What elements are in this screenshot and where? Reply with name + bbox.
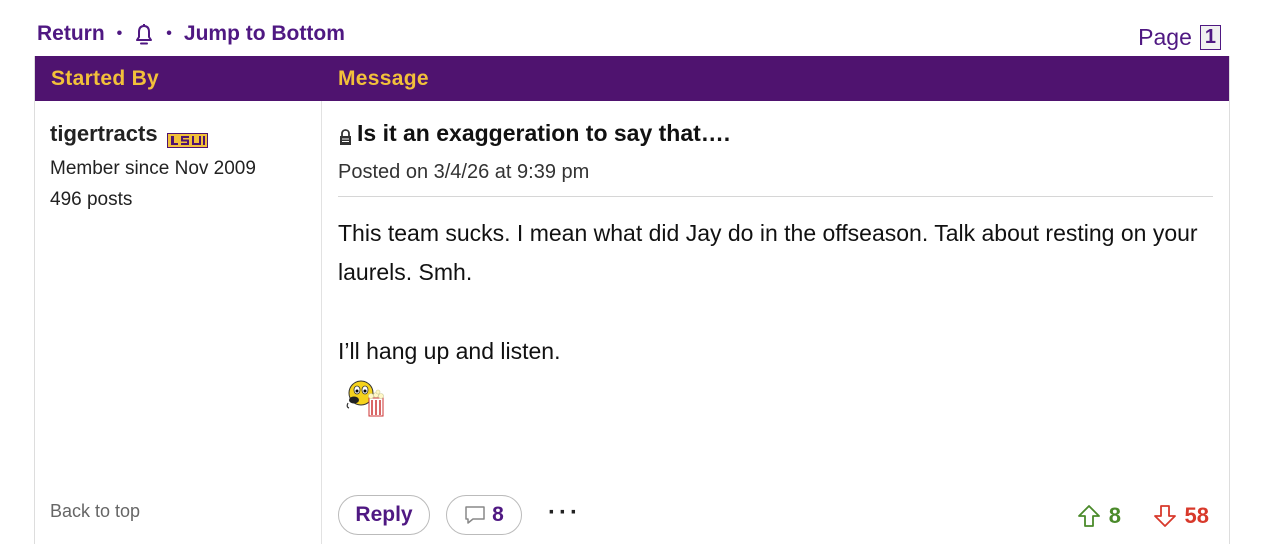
top-nav-links: Return • • Jump to Bottom	[37, 22, 1230, 46]
post-body-paragraph: This team sucks. I mean what did Jay do …	[338, 220, 1198, 285]
arrow-down-icon	[1153, 505, 1176, 527]
forum-thread-table: Started By Message tigertracts Member si…	[34, 56, 1230, 544]
return-link[interactable]: Return	[37, 22, 105, 46]
reply-button[interactable]: Reply	[338, 495, 430, 535]
nav-separator: •	[116, 25, 123, 42]
post-title-row: Is it an exaggeration to say that….	[338, 120, 730, 147]
post-body: This team sucks. I mean what did Jay do …	[338, 214, 1209, 371]
top-navigation-bar: Return • • Jump to Bottom Page 1	[37, 22, 1230, 52]
upvote-button[interactable]: 8	[1077, 503, 1121, 529]
pager: Page 1	[1138, 24, 1221, 51]
message-panel: Is it an exaggeration to say that…. Post…	[322, 101, 1229, 544]
author-username[interactable]: tigertracts	[50, 121, 158, 147]
lock-icon	[338, 125, 353, 145]
post-row: tigertracts Member since Nov 2009 496 po…	[35, 101, 1229, 544]
comments-button[interactable]: 8	[446, 495, 522, 535]
bell-icon[interactable]	[134, 23, 154, 47]
upvote-count: 8	[1108, 503, 1121, 528]
post-body-paragraph: I’ll hang up and listen.	[338, 338, 561, 364]
downvote-count: 58	[1184, 503, 1209, 528]
header-message: Message	[338, 66, 429, 90]
author-panel: tigertracts Member since Nov 2009 496 po…	[35, 101, 322, 544]
page-number-current[interactable]: 1	[1199, 25, 1221, 50]
author-post-count: 496 posts	[50, 189, 133, 210]
post-timestamp: Posted on 3/4/26 at 9:39 pm	[338, 161, 590, 183]
nav-separator: •	[166, 25, 172, 42]
author-member-since: Member since Nov 2009	[50, 158, 256, 179]
popcorn-emoticon	[341, 376, 391, 420]
comment-bubble-icon	[465, 506, 485, 524]
header-started-by: Started By	[51, 66, 160, 90]
lsu-badge-icon	[166, 128, 208, 148]
post-divider	[338, 196, 1213, 197]
arrow-up-icon	[1077, 505, 1100, 527]
comment-count: 8	[492, 503, 504, 526]
downvote-button[interactable]: 58	[1153, 503, 1209, 529]
back-to-top-link[interactable]: Back to top	[50, 501, 140, 522]
jump-to-bottom-link[interactable]: Jump to Bottom	[184, 22, 345, 46]
post-actions: Reply 8 ··· 8 58	[338, 495, 1209, 537]
table-header: Started By Message	[35, 56, 1229, 101]
more-options-button[interactable]: ···	[548, 499, 581, 527]
post-title: Is it an exaggeration to say that….	[357, 120, 731, 146]
pager-label: Page	[1138, 24, 1192, 50]
author-username-row: tigertracts	[50, 121, 208, 148]
